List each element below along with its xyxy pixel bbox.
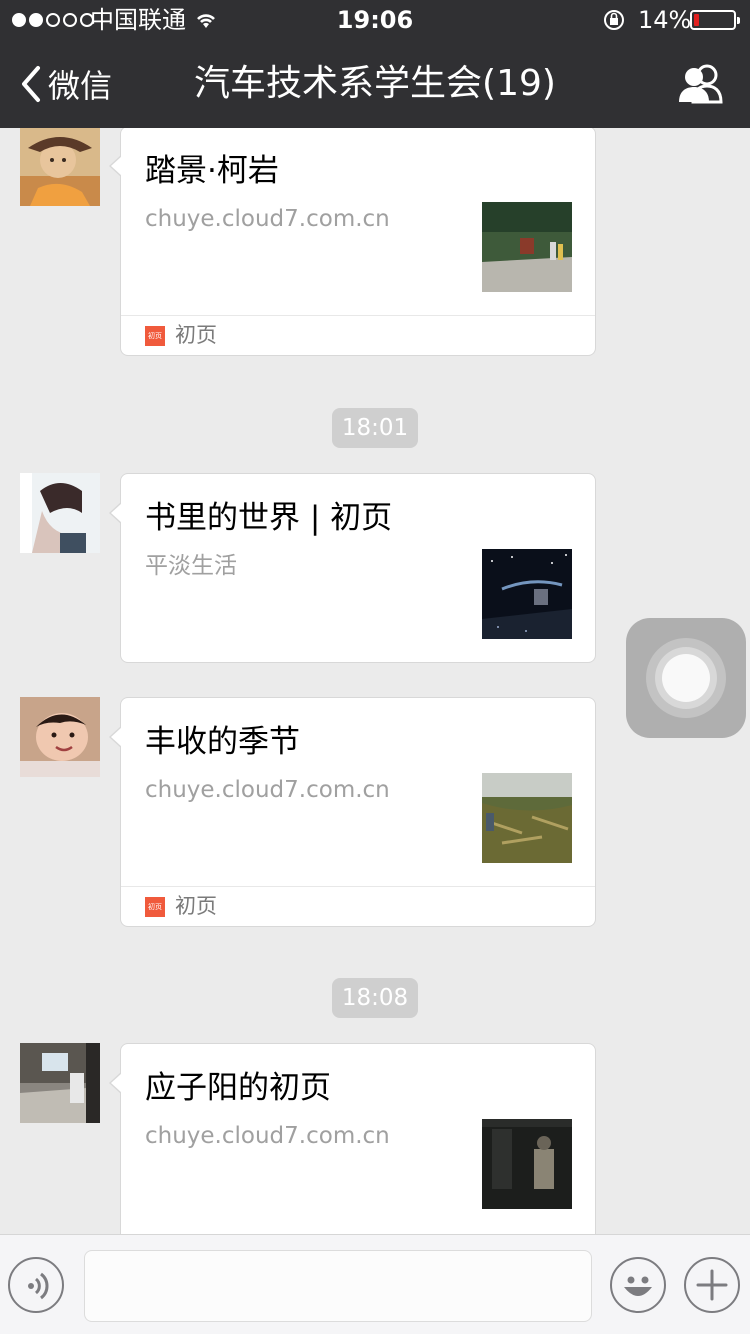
card-title: 书里的世界 | 初页	[145, 500, 393, 536]
avatar-living-room-image	[20, 1043, 100, 1123]
photo-starry-night	[482, 549, 572, 639]
card-description: 平淡生活	[145, 553, 237, 579]
status-bar: 中国联通 19:06 14%	[0, 0, 750, 40]
input-bar	[0, 1234, 750, 1334]
article-card[interactable]: 丰收的季节 chuye.cloud7.com.cn 初页 初页	[109, 697, 596, 927]
card-title: 丰收的季节	[145, 724, 300, 760]
timestamp-label: 18:08	[331, 978, 419, 1018]
source-app-icon: 初页	[145, 326, 165, 346]
chevron-left-icon	[22, 66, 40, 102]
card-thumbnail	[482, 549, 572, 639]
timestamp: 18:01	[0, 408, 750, 448]
card-source-label: 初页	[175, 323, 217, 347]
card-description: chuye.cloud7.com.cn	[145, 1123, 390, 1149]
page-title: 汽车技术系学生会(19)	[194, 63, 556, 104]
avatar-cartoon-cowboy-image	[20, 128, 100, 206]
battery-level-fill	[694, 14, 699, 26]
emoji-icon	[624, 1276, 652, 1296]
photo-dark-room	[482, 1119, 572, 1209]
article-card[interactable]: 书里的世界 | 初页 平淡生活	[109, 473, 596, 663]
card-description: chuye.cloud7.com.cn	[145, 206, 390, 232]
card-thumbnail	[482, 773, 572, 863]
avatar[interactable]	[20, 697, 100, 777]
voice-button[interactable]	[8, 1257, 64, 1313]
back-label: 微信	[48, 67, 113, 105]
avatar[interactable]	[20, 1043, 100, 1123]
emoji-button[interactable]	[610, 1257, 666, 1313]
orientation-lock-icon	[604, 10, 624, 30]
photo-harvest-field	[482, 773, 572, 863]
top-bar: 中国联通 19:06 14% 微信 汽车技术系学生会(19)	[0, 0, 750, 128]
card-thumbnail	[482, 1119, 572, 1209]
avatar[interactable]	[20, 128, 100, 206]
timestamp-label: 18:01	[331, 408, 419, 448]
source-app-icon: 初页	[145, 897, 165, 917]
card-description: chuye.cloud7.com.cn	[145, 777, 390, 803]
card-title: 踏景·柯岩	[145, 153, 279, 189]
battery-icon	[690, 10, 740, 30]
card-title: 应子阳的初页	[145, 1070, 331, 1106]
timestamp: 18:08	[0, 978, 750, 1018]
assistive-touch-button[interactable]	[626, 618, 746, 738]
card-source-row: 初页 初页	[121, 315, 595, 355]
message-input[interactable]	[84, 1250, 592, 1322]
assistive-touch-center	[662, 654, 710, 702]
article-card[interactable]: 踏景·柯岩 chuye.cloud7.com.cn 初页 初页	[109, 128, 596, 356]
back-button[interactable]: 微信	[18, 40, 112, 128]
nav-bar: 微信 汽车技术系学生会(19)	[0, 40, 750, 128]
avatar-smiling-child-image	[20, 697, 100, 777]
card-thumbnail	[482, 202, 572, 292]
photo-park-path	[482, 202, 572, 292]
article-card[interactable]: 应子阳的初页 chuye.cloud7.com.cn	[109, 1043, 596, 1234]
avatar[interactable]	[20, 473, 100, 553]
plus-icon	[696, 1269, 728, 1301]
group-members-icon[interactable]	[676, 62, 726, 106]
battery-percent: 14%	[638, 6, 692, 34]
avatar-profile-boy-image	[20, 473, 100, 553]
card-source-row: 初页 初页	[121, 886, 595, 926]
plus-button[interactable]	[684, 1257, 740, 1313]
card-source-label: 初页	[175, 894, 217, 918]
voice-icon	[28, 1272, 49, 1300]
